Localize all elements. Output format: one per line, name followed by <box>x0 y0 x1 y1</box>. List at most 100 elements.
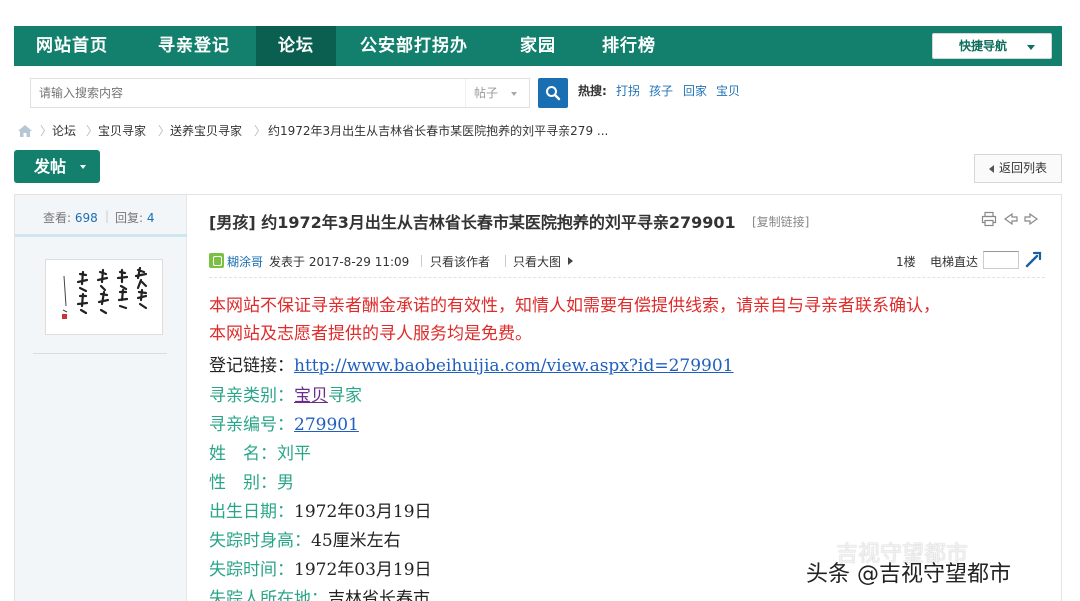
post-time: 发表于 2017-8-29 11:09 <box>269 255 410 269</box>
previous-thread-icon[interactable] <box>1003 211 1019 227</box>
hot-link[interactable]: 打拐 <box>616 82 640 99</box>
floor-jump-label: 电梯直达 <box>930 255 979 269</box>
breadcrumb-current[interactable]: 约1972年3月出生从吉林省长春市某医院抱养的刘平寻亲279 ... <box>268 122 608 139</box>
field-label: 失踪人所在地： <box>209 589 328 601</box>
copy-link-button[interactable]: [复制链接] <box>752 213 809 230</box>
breadcrumb-separator: 〉 <box>86 124 99 138</box>
views-label: 查看: <box>43 211 72 225</box>
nav-item-register[interactable]: 寻亲登记 <box>158 26 230 66</box>
floor-number: 1楼 <box>896 255 916 269</box>
home-icon[interactable] <box>18 125 32 137</box>
replies-stat: 回复: 4 <box>115 209 155 226</box>
caret-right-icon <box>568 257 574 265</box>
missing-date-row: 失踪时间：1972年03月19日 <box>209 555 432 580</box>
breadcrumb-separator: 〉 <box>254 124 267 138</box>
nav-item-forum[interactable]: 论坛 <box>256 26 336 66</box>
hot-link[interactable]: 宝贝 <box>716 82 740 99</box>
field-label: 寻亲类别： <box>209 386 294 406</box>
divider <box>33 353 167 354</box>
hot-search-label: 热搜: <box>578 84 607 98</box>
new-post-label: 发帖 <box>34 157 67 176</box>
replies-label: 回复: <box>115 211 144 225</box>
quick-nav-label: 快捷导航 <box>959 39 1008 53</box>
search-input[interactable] <box>31 79 461 107</box>
post-stats: 查看: 698 | 回复: 4 <box>15 195 187 237</box>
field-value: 45厘米左右 <box>311 531 401 551</box>
stats-divider: | <box>105 209 110 223</box>
search-icon <box>546 86 561 101</box>
replies-count: 4 <box>146 211 155 225</box>
field-value: 1972年03月19日 <box>294 560 432 580</box>
search-box: 帖子 <box>30 78 530 108</box>
author-name[interactable]: 糊涂哥 <box>227 253 263 270</box>
floor-jump-input[interactable] <box>983 251 1019 269</box>
registration-link-row: 登记链接：http://www.baobeihuijia.com/view.as… <box>209 351 733 376</box>
only-author-link[interactable]: 只看该作者 <box>430 253 490 270</box>
notice-line-2: 本网站及志愿者提供的寻人服务均是免费。 <box>209 324 532 344</box>
author-sidebar: 查看: 698 | 回复: 4 <box>15 195 187 601</box>
breadcrumb-item[interactable]: 论坛 <box>52 122 76 139</box>
breadcrumb-separator: 〉 <box>40 124 53 138</box>
name-row: 姓 名：刘平 <box>209 439 311 464</box>
top-nav-bar: 网站首页 寻亲登记 论坛 公安部打拐办 家园 排行榜 快捷导航 <box>14 26 1062 66</box>
number-row: 寻亲编号：279901 <box>209 410 359 435</box>
divider <box>209 277 1045 278</box>
height-row: 失踪时身高：45厘米左右 <box>209 526 401 551</box>
field-value: 吉林省长春市 <box>328 589 430 601</box>
back-to-list-label: 返回列表 <box>999 161 1048 175</box>
chevron-down-icon <box>1027 45 1035 50</box>
calligraphy-image <box>62 266 148 319</box>
user-icon <box>209 253 224 268</box>
category-link[interactable]: 宝贝 <box>294 386 328 406</box>
big-image-link[interactable]: 只看大图 <box>513 253 574 270</box>
nav-item-ranking[interactable]: 排行榜 <box>602 26 656 66</box>
birth-row: 出生日期：1972年03月19日 <box>209 497 432 522</box>
field-label: 失踪时间： <box>209 560 294 580</box>
avatar[interactable] <box>45 259 163 335</box>
go-arrow-icon[interactable] <box>1025 250 1043 268</box>
breadcrumb-separator: 〉 <box>158 124 171 138</box>
new-post-button[interactable]: 发帖 <box>14 150 100 183</box>
registration-link[interactable]: http://www.baobeihuijia.com/view.aspx?id… <box>294 356 733 376</box>
big-image-label: 只看大图 <box>513 255 562 269</box>
chevron-down-icon <box>80 165 86 169</box>
hot-link[interactable]: 回家 <box>683 82 707 99</box>
divider <box>505 255 506 267</box>
field-value: 刘平 <box>277 444 311 464</box>
location-row: 失踪人所在地：吉林省长春市 <box>209 584 430 601</box>
field-value: 1972年03月19日 <box>294 502 432 522</box>
post-tools <box>981 211 1041 229</box>
search-type-label: 帖子 <box>474 86 499 100</box>
field-label: 寻亲编号： <box>209 415 294 435</box>
gender-row: 性 别：男 <box>209 468 294 493</box>
search-type-select[interactable]: 帖子 <box>465 79 529 107</box>
watermark: 头条 @吉视守望都市 <box>806 562 1011 587</box>
search-button[interactable] <box>538 78 568 108</box>
divider <box>421 255 422 267</box>
field-label: 登记链接： <box>209 356 294 376</box>
nav-item-home-garden[interactable]: 家园 <box>520 26 556 66</box>
category-row: 寻亲类别：宝贝寻家 <box>209 381 362 406</box>
field-label: 失踪时身高： <box>209 531 311 551</box>
views-stat: 查看: 698 <box>43 209 98 226</box>
print-icon[interactable] <box>981 211 997 227</box>
chevron-left-icon <box>989 165 994 173</box>
next-thread-icon[interactable] <box>1023 211 1039 227</box>
field-label: 出生日期： <box>209 502 294 522</box>
post-title: [男孩] 约1972年3月出生从吉林省长春市某医院抱养的刘平寻亲279901 <box>209 213 736 232</box>
nav-item-home[interactable]: 网站首页 <box>36 26 108 66</box>
breadcrumb-item[interactable]: 送养宝贝寻家 <box>170 122 242 139</box>
notice-line-1: 本网站不保证寻亲者酬金承诺的有效性，知情人如需要有偿提供线索，请亲自与寻亲者联系… <box>209 296 940 316</box>
nav-item-police-office[interactable]: 公安部打拐办 <box>360 26 468 66</box>
field-label: 姓 名： <box>209 444 277 464</box>
field-label: 性 别： <box>209 473 277 493</box>
hot-link[interactable]: 孩子 <box>649 82 673 99</box>
back-to-list-button[interactable]: 返回列表 <box>974 154 1062 183</box>
quick-nav-button[interactable]: 快捷导航 <box>932 33 1052 59</box>
category-suffix: 寻家 <box>328 386 362 406</box>
field-value: 男 <box>277 473 294 493</box>
chevron-down-icon <box>511 92 517 96</box>
breadcrumb-item[interactable]: 宝贝寻家 <box>98 122 146 139</box>
case-number-link[interactable]: 279901 <box>294 415 359 435</box>
views-count: 698 <box>74 211 98 225</box>
